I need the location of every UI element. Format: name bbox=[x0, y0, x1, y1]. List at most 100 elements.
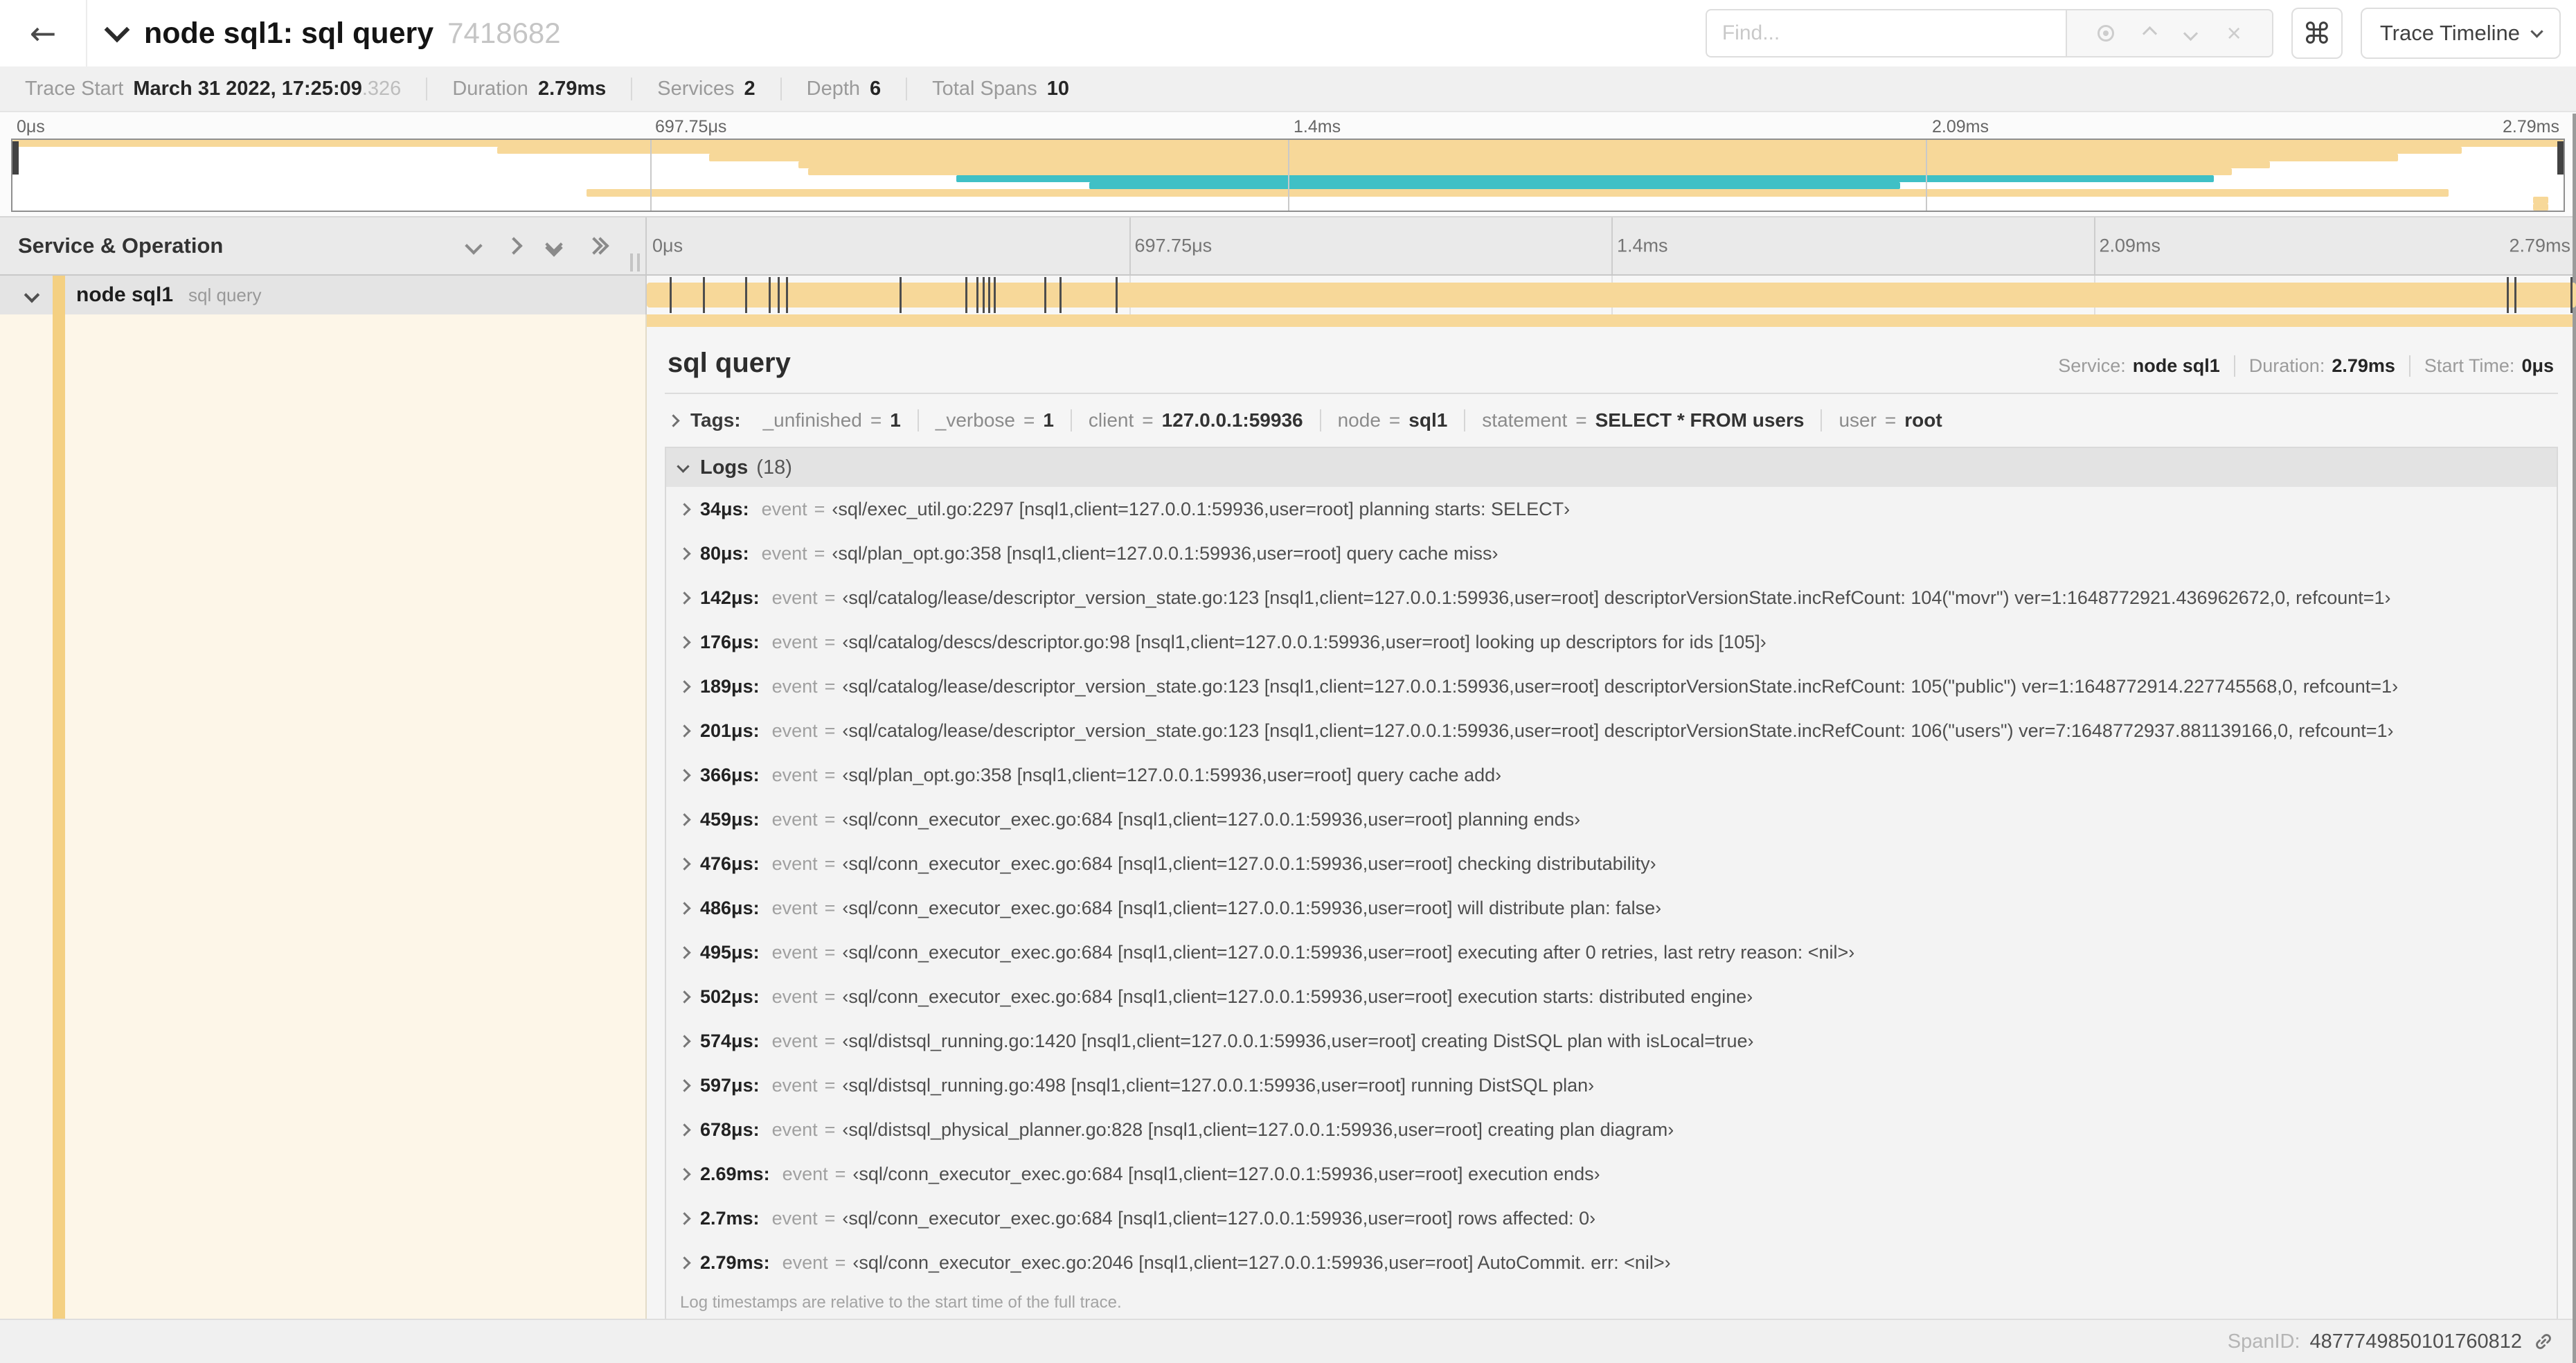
view-selector-button[interactable]: Trace Timeline bbox=[2360, 8, 2561, 59]
logs-header[interactable]: Logs (18) bbox=[666, 448, 2557, 487]
tick-label: 697.75μs bbox=[655, 117, 727, 136]
span-detail-accent-bar bbox=[647, 314, 2576, 327]
keyboard-shortcuts-button[interactable]: ⌘ bbox=[2291, 8, 2343, 59]
collapse-all-icon[interactable] bbox=[545, 235, 563, 257]
chevron-right-icon[interactable] bbox=[678, 812, 691, 826]
gridline bbox=[1926, 140, 1927, 211]
expand-one-icon[interactable] bbox=[505, 237, 523, 255]
log-row[interactable]: 486μs: event = ‹sql/conn_executor_exec.go:6… bbox=[666, 886, 2557, 930]
log-row[interactable]: 2.7ms: event = ‹sql/conn_executor_exec.go:6… bbox=[666, 1196, 2557, 1240]
log-row[interactable]: 189μs: event = ‹sql/catalog/lease/descripto… bbox=[666, 664, 2557, 709]
minimap-tick-labels: 0μs 697.75μs 1.4ms 2.09ms 2.79ms bbox=[11, 112, 2565, 139]
log-marker bbox=[976, 277, 979, 313]
minimap-span-bar bbox=[2532, 196, 2548, 204]
chevron-right-icon[interactable] bbox=[678, 901, 691, 915]
log-row[interactable]: 201μs: event = ‹sql/catalog/lease/descripto… bbox=[666, 709, 2557, 753]
chevron-right-icon[interactable] bbox=[678, 857, 691, 871]
tag-item: client = 127.0.0.1:59936 bbox=[1070, 409, 1320, 431]
log-marker bbox=[1044, 277, 1046, 313]
locate-icon[interactable] bbox=[2098, 25, 2115, 42]
span-operation-name: sql query bbox=[188, 284, 262, 305]
log-row[interactable]: 476μs: event = ‹sql/conn_executor_exec.go:6… bbox=[666, 841, 2557, 886]
span-id-label: SpanID: bbox=[2227, 1330, 2300, 1353]
clear-icon[interactable]: × bbox=[2227, 21, 2242, 46]
collapse-one-icon[interactable] bbox=[465, 237, 483, 255]
minimap-canvas[interactable] bbox=[11, 139, 2565, 212]
chevron-right-icon[interactable] bbox=[678, 635, 691, 649]
log-row[interactable]: 366μs: event = ‹sql/plan_opt.go:358 [nsql1,… bbox=[666, 753, 2557, 797]
chevron-right-icon[interactable] bbox=[667, 413, 680, 427]
chevron-right-icon[interactable] bbox=[678, 1256, 691, 1270]
detail-accent-row bbox=[0, 314, 2576, 327]
span-duration-bar[interactable] bbox=[647, 283, 2576, 308]
trace-id: 7418682 bbox=[447, 17, 561, 49]
gridline bbox=[2093, 217, 2095, 274]
stat-item: Trace Start March 31 2022, 17:25:09.326 bbox=[25, 77, 402, 100]
span-summary: Service: node sql1 Duration: 2.79ms Start … bbox=[2044, 355, 2555, 377]
gridline bbox=[650, 140, 652, 211]
chevron-right-icon[interactable] bbox=[678, 502, 691, 516]
tags-row[interactable]: Tags: _unfinished = 1 _verbose = 1 client = 127.… bbox=[665, 394, 2558, 444]
log-row[interactable]: 459μs: event = ‹sql/conn_executor_exec.go:6… bbox=[666, 797, 2557, 841]
chevron-down-icon[interactable] bbox=[104, 17, 130, 43]
log-row[interactable]: 80μs: event = ‹sql/plan_opt.go:358 [nsql1,c… bbox=[666, 531, 2557, 576]
find-input[interactable] bbox=[1705, 9, 2066, 57]
span-row-track[interactable] bbox=[647, 276, 2576, 314]
viewport-left-handle[interactable] bbox=[12, 141, 19, 175]
tick-label: 1.4ms bbox=[1617, 235, 1668, 256]
back-button[interactable]: ← bbox=[0, 0, 87, 66]
chevron-down-icon[interactable] bbox=[24, 287, 40, 303]
log-row[interactable]: 2.69ms: event = ‹sql/conn_executor_exec.go:… bbox=[666, 1152, 2557, 1196]
span-row[interactable]: node sql1 sql query bbox=[0, 276, 2576, 314]
span-service-name: node sql1 bbox=[76, 283, 174, 306]
log-row[interactable]: 502μs: event = ‹sql/conn_executor_exec.go:6… bbox=[666, 974, 2557, 1019]
chevron-right-icon[interactable] bbox=[678, 679, 691, 693]
minimap-span-bar bbox=[956, 175, 2215, 183]
timeline-minimap: 0μs 697.75μs 1.4ms 2.09ms 2.79ms bbox=[0, 112, 2576, 216]
span-row-name-column[interactable]: node sql1 sql query bbox=[0, 276, 647, 314]
log-marker bbox=[988, 277, 991, 313]
log-row[interactable]: 34μs: event = ‹sql/exec_util.go:2297 [nsql1… bbox=[666, 487, 2557, 531]
viewport-right-handle[interactable] bbox=[2557, 141, 2564, 175]
log-row[interactable]: 597μs: event = ‹sql/distsql_running.go:498 … bbox=[666, 1063, 2557, 1107]
chevron-right-icon[interactable] bbox=[678, 591, 691, 605]
chevron-right-icon[interactable] bbox=[678, 945, 691, 959]
chevron-right-icon[interactable] bbox=[678, 546, 691, 560]
chevron-right-icon[interactable] bbox=[678, 1167, 691, 1181]
log-row[interactable]: 2.79ms: event = ‹sql/conn_executor_exec.go:… bbox=[666, 1240, 2557, 1285]
collapse-controls bbox=[465, 235, 627, 257]
expand-all-icon[interactable] bbox=[585, 237, 609, 255]
chevron-right-icon[interactable] bbox=[678, 768, 691, 782]
chevron-right-icon[interactable] bbox=[678, 1123, 691, 1137]
detail-left-column bbox=[0, 314, 647, 327]
minimap-span-bar bbox=[1089, 182, 1901, 190]
log-row[interactable]: 142μs: event = ‹sql/catalog/lease/descripto… bbox=[666, 576, 2557, 620]
next-match-icon[interactable] bbox=[2183, 26, 2199, 41]
page-title: node sql1: sql query bbox=[144, 16, 434, 50]
chevron-down-icon[interactable] bbox=[677, 459, 690, 473]
chevron-right-icon[interactable] bbox=[678, 1211, 691, 1225]
back-arrow-icon: ← bbox=[29, 15, 57, 52]
chevron-right-icon[interactable] bbox=[678, 1078, 691, 1092]
summary-start-time: Start Time: 0μs bbox=[2408, 355, 2555, 377]
detail-left-column bbox=[0, 327, 647, 1319]
trace-page: ← node sql1: sql query 7418682 × ⌘ Trace bbox=[0, 0, 2576, 1363]
chevron-right-icon[interactable] bbox=[678, 990, 691, 1004]
log-row[interactable]: 678μs: event = ‹sql/distsql_physical_planne… bbox=[666, 1107, 2557, 1152]
column-resize-grip[interactable] bbox=[630, 253, 640, 271]
gridline bbox=[1129, 217, 1131, 274]
gridline bbox=[1288, 140, 1289, 211]
link-icon[interactable] bbox=[2527, 1325, 2560, 1358]
chevron-right-icon[interactable] bbox=[678, 724, 691, 738]
log-marker bbox=[2506, 277, 2509, 313]
log-row[interactable]: 176μs: event = ‹sql/catalog/descs/descripto… bbox=[666, 620, 2557, 664]
stat-item: Depth 6 bbox=[780, 77, 906, 100]
find-group: × bbox=[1705, 9, 2273, 57]
log-row[interactable]: 495μs: event = ‹sql/conn_executor_exec.go:6… bbox=[666, 930, 2557, 974]
log-marker bbox=[1059, 277, 1062, 313]
log-row[interactable]: 574μs: event = ‹sql/distsql_running.go:1420… bbox=[666, 1019, 2557, 1063]
prev-match-icon[interactable] bbox=[2143, 26, 2158, 41]
tag-item: _verbose = 1 bbox=[917, 409, 1071, 431]
tags-label: Tags: bbox=[690, 409, 741, 431]
chevron-right-icon[interactable] bbox=[678, 1034, 691, 1048]
